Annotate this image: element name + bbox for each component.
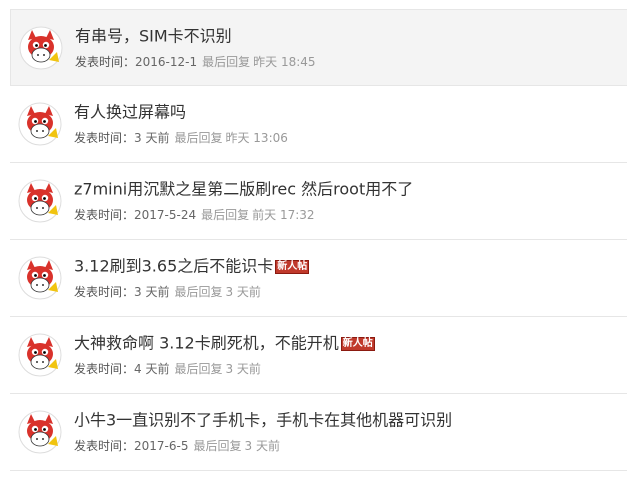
last-reply-time: 3 天前	[225, 285, 261, 299]
post-time: 2017-6-5	[134, 439, 189, 453]
last-reply-time: 3 天前	[225, 362, 261, 376]
post-time-label: 发表时间：	[75, 55, 136, 69]
last-reply-label: 最后回复	[174, 285, 223, 299]
thread-meta: 发表时间：3 天前 最后回复 3 天前	[74, 284, 261, 300]
post-time: 3 天前	[134, 285, 170, 299]
thread-title[interactable]: 有串号，SIM卡不识别	[75, 24, 232, 49]
avatar[interactable]	[18, 102, 62, 146]
last-reply-label: 最后回复	[201, 208, 250, 222]
post-time-label: 发表时间：	[74, 439, 135, 453]
thread-row[interactable]: 有串号，SIM卡不识别 发表时间：2016-12-1 最后回复 昨天 18:45	[10, 9, 627, 86]
post-time-label: 发表时间：	[74, 131, 135, 145]
last-reply-label: 最后回复	[193, 439, 242, 453]
thread-title[interactable]: 3.12刷到3.65之后不能识卡 新人帖	[74, 254, 310, 279]
new-user-post-badge: 新人帖	[275, 259, 310, 274]
new-user-post-badge: 新人帖	[340, 336, 375, 351]
post-time: 3 天前	[134, 131, 170, 145]
post-time: 2017-5-24	[134, 208, 197, 222]
post-time-label: 发表时间：	[74, 285, 135, 299]
last-reply-time: 前天 17:32	[252, 208, 315, 222]
thread-title-text[interactable]: 有人换过屏幕吗	[74, 103, 186, 122]
avatar[interactable]	[18, 256, 62, 300]
thread-meta: 发表时间：2016-12-1 最后回复 昨天 18:45	[75, 54, 316, 70]
thread-title-text[interactable]: 有串号，SIM卡不识别	[75, 27, 232, 46]
thread-title-text[interactable]: z7mini用沉默之星第二版刷rec 然后root用不了	[74, 180, 413, 199]
avatar[interactable]	[18, 179, 62, 223]
thread-title-text[interactable]: 3.12刷到3.65之后不能识卡	[74, 257, 273, 276]
thread-title-text[interactable]: 小牛3一直识别不了手机卡，手机卡在其他机器可识别	[74, 411, 452, 430]
post-time: 4 天前	[134, 362, 170, 376]
post-time-label: 发表时间：	[74, 362, 135, 376]
last-reply-label: 最后回复	[174, 362, 223, 376]
last-reply-time: 昨天 13:06	[225, 131, 288, 145]
last-reply-time: 3 天前	[244, 439, 280, 453]
thread-meta: 发表时间：3 天前 最后回复 昨天 13:06	[74, 130, 288, 146]
post-time-label: 发表时间：	[74, 208, 135, 222]
thread-row[interactable]: 大神救命啊 3.12卡刷死机，不能开机 新人帖 发表时间：4 天前 最后回复 3 天前	[10, 317, 627, 394]
thread-meta: 发表时间：2017-5-24 最后回复 前天 17:32	[74, 207, 315, 223]
avatar[interactable]	[18, 333, 62, 377]
thread-list: 有串号，SIM卡不识别 发表时间：2016-12-1 最后回复 昨天 18:45 有…	[10, 9, 627, 471]
last-reply-label: 最后回复	[202, 55, 251, 69]
thread-row[interactable]: 有人换过屏幕吗 发表时间：3 天前 最后回复 昨天 13:06	[10, 86, 627, 163]
thread-title[interactable]: 小牛3一直识别不了手机卡，手机卡在其他机器可识别	[74, 408, 452, 433]
thread-row[interactable]: z7mini用沉默之星第二版刷rec 然后root用不了 发表时间：2017-5…	[10, 163, 627, 240]
thread-row[interactable]: 小牛3一直识别不了手机卡，手机卡在其他机器可识别 发表时间：2017-6-5 最后…	[10, 394, 627, 471]
post-time: 2016-12-1	[135, 55, 198, 69]
avatar[interactable]	[19, 26, 63, 70]
last-reply-label: 最后回复	[174, 131, 223, 145]
thread-meta: 发表时间：4 天前 最后回复 3 天前	[74, 361, 261, 377]
avatar[interactable]	[18, 410, 62, 454]
thread-title[interactable]: z7mini用沉默之星第二版刷rec 然后root用不了	[74, 177, 413, 202]
thread-meta: 发表时间：2017-6-5 最后回复 3 天前	[74, 438, 280, 454]
last-reply-time: 昨天 18:45	[253, 55, 316, 69]
thread-title[interactable]: 有人换过屏幕吗	[74, 100, 186, 125]
thread-title[interactable]: 大神救命啊 3.12卡刷死机，不能开机 新人帖	[74, 331, 375, 356]
thread-row[interactable]: 3.12刷到3.65之后不能识卡 新人帖 发表时间：3 天前 最后回复 3 天前	[10, 240, 627, 317]
thread-title-text[interactable]: 大神救命啊 3.12卡刷死机，不能开机	[74, 334, 339, 353]
